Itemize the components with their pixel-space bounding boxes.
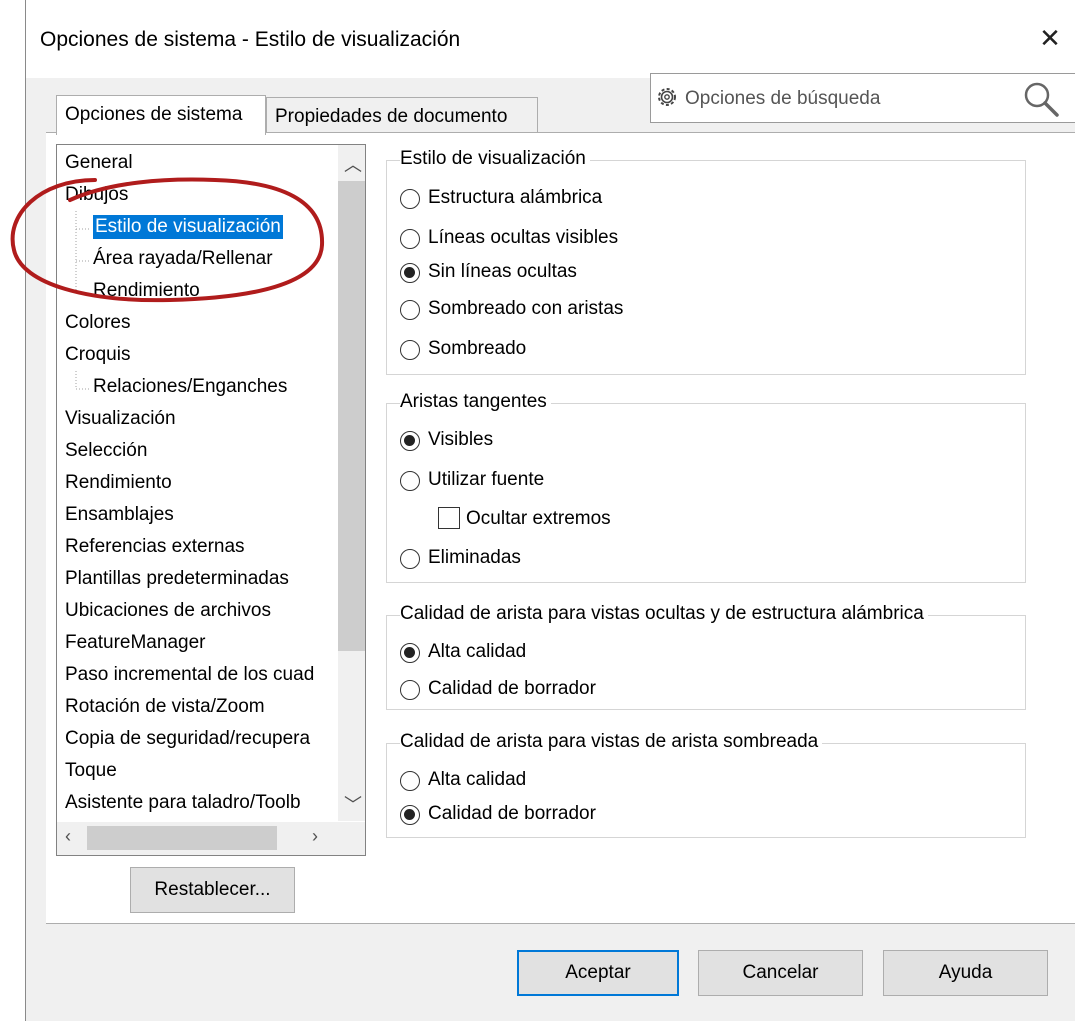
tree-item[interactable]: Paso incremental de los cuad xyxy=(65,663,314,687)
display-style-radio[interactable] xyxy=(400,340,420,360)
display-style-radio[interactable] xyxy=(400,263,420,283)
tree-item[interactable]: Rendimiento xyxy=(93,279,200,303)
title-bar: Opciones de sistema - Estilo de visualiz… xyxy=(26,0,1075,78)
reset-button[interactable]: Restablecer... xyxy=(130,867,295,913)
display-style-option-label: Sombreado xyxy=(428,338,527,359)
tangent-edges-radio[interactable] xyxy=(400,431,420,451)
tree-item[interactable]: Relaciones/Enganches xyxy=(93,375,287,399)
tree-item[interactable]: Colores xyxy=(65,311,130,335)
scroll-corner xyxy=(338,822,365,855)
tree-item[interactable]: Toque xyxy=(65,759,117,783)
display-style-radio[interactable] xyxy=(400,300,420,320)
display-style-option-label: Sombreado con aristas xyxy=(428,298,624,319)
tangent-edges-option-label: Visibles xyxy=(428,429,494,450)
tangent-edges-option-label: Utilizar fuente xyxy=(428,469,545,490)
tree-horizontal-scrollbar[interactable]: ‹ › xyxy=(57,822,338,855)
window-title: Opciones de sistema - Estilo de visualiz… xyxy=(40,28,461,51)
tangent-edges-radio[interactable] xyxy=(400,471,420,491)
tangent-edges-option-label: Eliminadas xyxy=(428,547,521,568)
edge-quality-hidden-option-label: Alta calidad xyxy=(428,641,527,662)
group-title-edge-quality-shaded: Calidad de arista para vistas de arista … xyxy=(400,731,823,753)
search-input[interactable]: Opciones de búsqueda xyxy=(685,88,880,110)
edge-quality-shaded-option-label: Alta calidad xyxy=(428,769,527,790)
tree-item[interactable]: Selección xyxy=(65,439,147,463)
close-icon[interactable]: ✕ xyxy=(1036,24,1064,52)
edge-quality-shaded-option-label: Calidad de borrador xyxy=(428,803,596,824)
tree-item[interactable]: Rotación de vista/Zoom xyxy=(65,695,265,719)
tree-item[interactable]: Asistente para taladro/Toolb xyxy=(65,791,301,815)
tree-item[interactable]: Área rayada/Rellenar xyxy=(93,247,273,271)
options-dialog: Opciones de sistema - Estilo de visualiz… xyxy=(25,0,1075,1021)
tree-item[interactable]: FeatureManager xyxy=(65,631,205,655)
edge-quality-shaded-radio[interactable] xyxy=(400,771,420,791)
display-style-radio[interactable] xyxy=(400,229,420,249)
search-box[interactable]: Opciones de búsqueda xyxy=(650,73,1075,123)
horizontal-scroll-thumb[interactable] xyxy=(87,826,277,850)
display-style-option-label: Sin líneas ocultas xyxy=(428,261,577,282)
tree-item[interactable]: Visualización xyxy=(65,407,176,431)
tree-item[interactable]: Plantillas predeterminadas xyxy=(65,567,289,591)
options-tree[interactable]: General Dibujos Estilo de visualización Áre… xyxy=(56,144,366,856)
group-title-tangent-edges: Aristas tangentes xyxy=(400,391,551,413)
tree-item[interactable]: Referencias externas xyxy=(65,535,245,559)
tree-item[interactable]: Copia de seguridad/recupera xyxy=(65,727,310,751)
tree-item[interactable]: Dibujos xyxy=(65,183,128,207)
edge-quality-shaded-radio[interactable] xyxy=(400,805,420,825)
tree-item[interactable]: Ensamblajes xyxy=(65,503,174,527)
vertical-scroll-thumb[interactable] xyxy=(338,181,365,651)
tree-item-selected[interactable]: Estilo de visualización xyxy=(93,215,283,239)
scroll-down-icon[interactable]: ﹀ xyxy=(344,791,362,817)
tab-system-options[interactable]: Opciones de sistema xyxy=(56,95,266,135)
tree-item[interactable]: Croquis xyxy=(65,343,130,367)
display-style-option-label: Líneas ocultas visibles xyxy=(428,227,619,248)
display-style-radio[interactable] xyxy=(400,189,420,209)
tree-item[interactable]: Rendimiento xyxy=(65,471,172,495)
hide-endpoints-checkbox[interactable] xyxy=(438,507,460,529)
search-icon[interactable] xyxy=(1021,79,1061,119)
help-button[interactable]: Ayuda xyxy=(883,950,1048,996)
tree-vertical-scrollbar[interactable]: ︿ ﹀ xyxy=(338,145,365,821)
ok-button[interactable]: Aceptar xyxy=(517,950,679,996)
cancel-button[interactable]: Cancelar xyxy=(698,950,863,996)
group-title-edge-quality-hidden: Calidad de arista para vistas ocultas y … xyxy=(400,603,928,625)
tab-document-properties[interactable]: Propiedades de documento xyxy=(266,97,538,133)
tangent-edges-radio[interactable] xyxy=(400,549,420,569)
scroll-right-icon[interactable]: › xyxy=(312,826,318,847)
edge-quality-hidden-radio[interactable] xyxy=(400,643,420,663)
edge-quality-hidden-radio[interactable] xyxy=(400,680,420,700)
display-style-option-label: Estructura alámbrica xyxy=(428,187,603,208)
tree-item[interactable]: Ubicaciones de archivos xyxy=(65,599,271,623)
hide-endpoints-label: Ocultar extremos xyxy=(466,508,611,529)
gear-icon xyxy=(658,88,676,106)
scroll-left-icon[interactable]: ‹ xyxy=(65,826,71,847)
tree-item[interactable]: General xyxy=(65,151,133,175)
group-title-display-style: Estilo de visualización xyxy=(400,148,590,170)
edge-quality-hidden-option-label: Calidad de borrador xyxy=(428,678,596,699)
scroll-up-icon[interactable]: ︿ xyxy=(344,151,362,177)
